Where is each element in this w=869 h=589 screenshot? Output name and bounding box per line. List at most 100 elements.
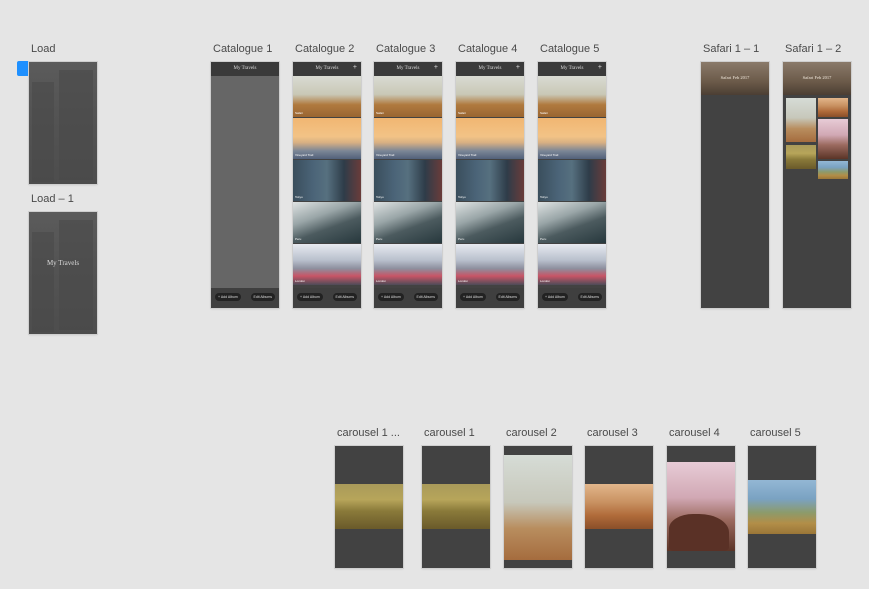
photo-thumbnail[interactable]	[786, 98, 816, 142]
album-tile[interactable]: Vineyard Trail	[374, 118, 442, 159]
artboard-safari-1-2[interactable]: Safari Feb 2017	[783, 62, 851, 308]
album-caption: Tokyo	[458, 195, 466, 199]
photo-thumbnail[interactable]	[786, 145, 816, 169]
artboard-carousel-2[interactable]	[504, 446, 572, 568]
add-album-button[interactable]: + Add Album	[215, 293, 241, 301]
album-caption: London	[295, 279, 306, 283]
album-tile[interactable]: Vineyard Trail	[456, 118, 524, 159]
album-tile[interactable]: Safari	[456, 76, 524, 117]
album-tile[interactable]: London	[374, 244, 442, 285]
edit-albums-button[interactable]: Edit Albums	[577, 293, 602, 301]
album-tile[interactable]: Vineyard Trail	[293, 118, 361, 159]
artboard-label-carousel-2[interactable]: carousel 2	[506, 427, 557, 439]
album-tile[interactable]: Tokyo	[538, 160, 606, 201]
photo-thumbnail[interactable]	[818, 119, 848, 159]
artboard-label-carousel-3[interactable]: carousel 3	[587, 427, 638, 439]
album-tile[interactable]: Tokyo	[374, 160, 442, 201]
photo-thumbnail[interactable]	[818, 161, 848, 179]
artboard-carousel-5[interactable]	[748, 446, 816, 568]
plus-icon[interactable]: +	[598, 64, 602, 71]
artboard-label-load[interactable]: Load	[31, 43, 55, 55]
artboard-safari-1-1[interactable]: Safari Feb 2017	[701, 62, 769, 308]
plus-icon[interactable]: +	[353, 64, 357, 71]
plus-icon[interactable]: +	[434, 64, 438, 71]
photo-thumbnail[interactable]	[818, 98, 848, 117]
selection-handle[interactable]	[17, 61, 28, 76]
album-tile[interactable]: Peru	[293, 202, 361, 243]
artboard-label-catalogue-5[interactable]: Catalogue 5	[540, 43, 599, 55]
album-tile[interactable]: Vineyard Trail	[538, 118, 606, 159]
album-hero: Safari Feb 2017	[701, 62, 769, 95]
nav-bar: My Travels	[211, 62, 279, 76]
artboard-catalogue-3[interactable]: My Travels + Safari Vineyard Trail Tokyo…	[374, 62, 442, 308]
lion-photo	[335, 484, 403, 529]
rock-shape	[669, 514, 729, 551]
album-tile[interactable]: London	[538, 244, 606, 285]
artboard-catalogue-2[interactable]: My Travels + Safari Vineyard Trail Tokyo…	[293, 62, 361, 308]
artboard-catalogue-5[interactable]: My Travels + Safari Vineyard Trail Tokyo…	[538, 62, 606, 308]
nav-bar: My Travels +	[374, 62, 442, 76]
album-caption: Safari	[376, 111, 384, 115]
artboard-load[interactable]	[29, 62, 97, 184]
album-caption: Vineyard Trail	[295, 153, 314, 157]
lion-photo	[422, 484, 490, 529]
nav-bar: My Travels +	[456, 62, 524, 76]
bottom-bar: + Add Album Edit Albums	[538, 288, 606, 308]
artboard-label-catalogue-2[interactable]: Catalogue 2	[295, 43, 354, 55]
album-tile[interactable]: Peru	[374, 202, 442, 243]
artboard-label-catalogue-1[interactable]: Catalogue 1	[213, 43, 272, 55]
album-tile[interactable]: Peru	[456, 202, 524, 243]
artboard-label-load-1[interactable]: Load – 1	[31, 193, 74, 205]
artboard-catalogue-1[interactable]: My Travels + Add Album Edit Albums	[211, 62, 279, 308]
album-tile[interactable]: Safari	[293, 76, 361, 117]
edit-albums-button[interactable]: Edit Albums	[495, 293, 520, 301]
artboard-label-catalogue-4[interactable]: Catalogue 4	[458, 43, 517, 55]
artboard-carousel-3[interactable]	[585, 446, 653, 568]
app-title: My Travels	[46, 259, 80, 267]
artboard-label-carousel-4[interactable]: carousel 4	[669, 427, 720, 439]
bottom-bar: + Add Album Edit Albums	[211, 288, 279, 308]
album-tile[interactable]: Peru	[538, 202, 606, 243]
album-caption: Peru	[376, 237, 383, 241]
album-caption: Peru	[458, 237, 465, 241]
artboard-label-carousel-1[interactable]: carousel 1	[424, 427, 475, 439]
album-tile[interactable]: Tokyo	[293, 160, 361, 201]
album-tile[interactable]: London	[293, 244, 361, 285]
artboard-load-1[interactable]: My Travels	[29, 212, 97, 334]
artboard-carousel-1[interactable]	[422, 446, 490, 568]
album-caption: London	[540, 279, 551, 283]
album-caption: Tokyo	[376, 195, 384, 199]
album-caption: Safari	[540, 111, 548, 115]
artboard-label-carousel-1-copy[interactable]: carousel 1 ...	[337, 427, 400, 439]
bottom-bar: + Add Album Edit Albums	[293, 288, 361, 308]
edit-albums-button[interactable]: Edit Albums	[332, 293, 357, 301]
album-tile[interactable]: London	[456, 244, 524, 285]
building-shape	[59, 70, 93, 180]
edit-albums-button[interactable]: Edit Albums	[250, 293, 275, 301]
add-album-button[interactable]: + Add Album	[460, 293, 486, 301]
plus-icon[interactable]: +	[516, 64, 520, 71]
album-caption: Peru	[540, 237, 547, 241]
album-caption: Safari	[295, 111, 303, 115]
album-tile[interactable]: Tokyo	[456, 160, 524, 201]
album-caption: Safari	[458, 111, 466, 115]
zebra-photo	[748, 480, 816, 534]
nav-title: My Travels	[233, 66, 257, 71]
edit-albums-button[interactable]: Edit Albums	[413, 293, 438, 301]
add-album-button[interactable]: + Add Album	[297, 293, 323, 301]
artboard-carousel-4[interactable]	[667, 446, 735, 568]
nav-title: My Travels	[478, 66, 502, 71]
artboard-carousel-1-copy[interactable]	[335, 446, 403, 568]
artboard-label-carousel-5[interactable]: carousel 5	[750, 427, 801, 439]
artboard-label-catalogue-3[interactable]: Catalogue 3	[376, 43, 435, 55]
add-album-button[interactable]: + Add Album	[378, 293, 404, 301]
artboard-label-safari-1-2[interactable]: Safari 1 – 2	[785, 43, 841, 55]
album-caption: London	[458, 279, 469, 283]
album-tile[interactable]: Safari	[374, 76, 442, 117]
artboard-label-safari-1-1[interactable]: Safari 1 – 1	[703, 43, 759, 55]
artboard-catalogue-4[interactable]: My Travels + Safari Vineyard Trail Tokyo…	[456, 62, 524, 308]
album-caption: Vineyard Trail	[376, 153, 395, 157]
add-album-button[interactable]: + Add Album	[542, 293, 568, 301]
album-tile[interactable]: Safari	[538, 76, 606, 117]
album-caption: Tokyo	[540, 195, 548, 199]
